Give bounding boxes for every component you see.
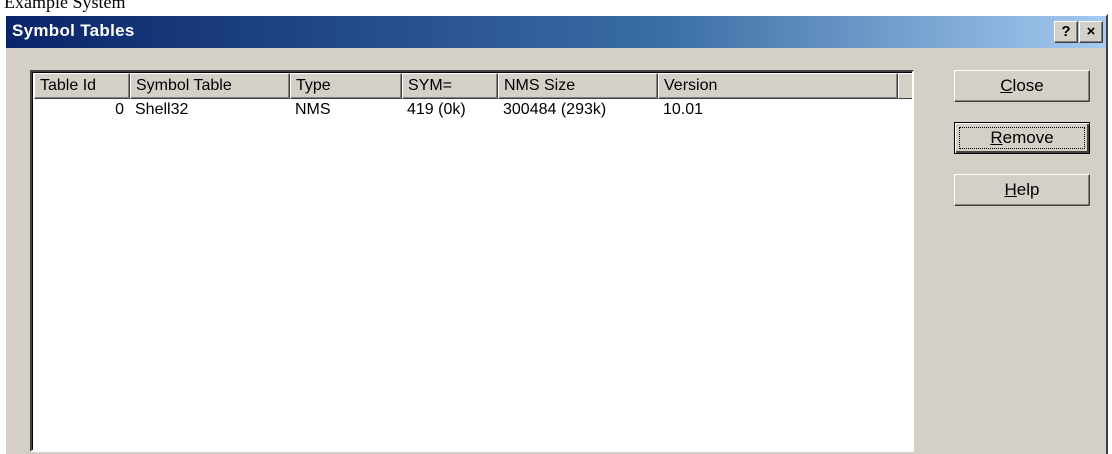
- cell-nms-size: 300484 (293k): [503, 101, 607, 118]
- cell-version: 10.01: [663, 101, 704, 118]
- column-header-filler: [898, 73, 912, 99]
- close-button[interactable]: Close: [954, 70, 1090, 102]
- column-header-type[interactable]: Type: [290, 73, 402, 99]
- column-header-nms-size[interactable]: NMS Size: [498, 73, 658, 99]
- cell-table-id: 0: [115, 101, 124, 118]
- remove-button[interactable]: Remove: [954, 122, 1090, 154]
- close-icon[interactable]: ×: [1079, 21, 1103, 43]
- window-title: Symbol Tables: [12, 21, 135, 40]
- cell-sym: 419 (0k): [407, 101, 466, 118]
- cell-symbol-table: Shell32: [135, 101, 189, 118]
- remove-button-label: Remove: [990, 128, 1054, 147]
- column-header-sym[interactable]: SYM=: [402, 73, 498, 99]
- help-icon[interactable]: ?: [1054, 21, 1078, 43]
- column-header-table-id[interactable]: Table Id: [34, 73, 130, 99]
- close-button-label: Close: [1000, 76, 1044, 95]
- symbol-tables-dialog: Symbol Tables ? × Table Id Symbol Table …: [4, 14, 1108, 454]
- title-bar[interactable]: Symbol Tables ? ×: [6, 16, 1106, 48]
- help-button-label: Help: [1004, 180, 1040, 199]
- symbol-table-list[interactable]: Table Id Symbol Table Type SYM= NMS Size…: [30, 70, 914, 452]
- table-row[interactable]: 0 Shell32 NMS 419 (0k) 300484 (293k) 10.…: [34, 99, 912, 121]
- page-top-text: Example System: [4, 0, 126, 12]
- list-header: Table Id Symbol Table Type SYM= NMS Size…: [34, 73, 912, 99]
- help-button[interactable]: Help: [954, 174, 1090, 206]
- cell-type: NMS: [295, 101, 331, 118]
- column-header-symbol-table[interactable]: Symbol Table: [130, 73, 290, 99]
- page-top-strip: Example System: [0, 0, 1112, 14]
- column-header-version[interactable]: Version: [658, 73, 898, 99]
